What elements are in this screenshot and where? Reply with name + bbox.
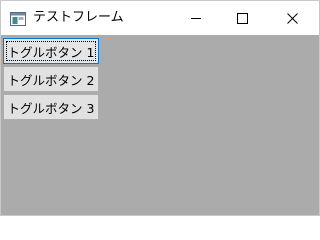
toggle-button-label: トグルボタン 1 [7,44,95,60]
java-frame-icon [10,11,26,26]
content-pane: トグルボタン 1 トグルボタン 2 トグルボタン 3 [1,35,319,215]
toggle-button-1[interactable]: トグルボタン 1 [3,38,99,64]
close-button[interactable] [265,1,319,35]
minimize-button[interactable] [173,1,219,35]
toggle-button-label: トグルボタン 3 [7,100,95,116]
toggle-button-2[interactable]: トグルボタン 2 [3,66,99,92]
app-window: テストフレーム トグルボタン 1 トグルボタン 2 トグルボタン 3 [0,0,320,216]
window-title: テストフレーム [33,10,124,25]
close-icon [286,9,298,28]
title-bar[interactable]: テストフレーム [1,1,319,35]
toggle-button-label: トグルボタン 2 [7,72,95,88]
toggle-button-3[interactable]: トグルボタン 3 [3,94,99,120]
maximize-icon [236,9,248,28]
minimize-icon [190,9,202,28]
maximize-button[interactable] [219,1,265,35]
